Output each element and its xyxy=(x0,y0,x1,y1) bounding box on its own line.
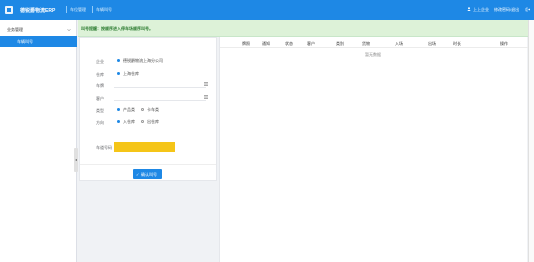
column-header: 类别 xyxy=(336,41,344,46)
sidebar-group-business[interactable]: 业务管理 xyxy=(0,24,77,35)
sidebar-collapse-handle[interactable]: ◂ xyxy=(74,148,78,172)
lane-number-input[interactable] xyxy=(114,142,175,152)
notice-banner: 叫号提醒：按顺序进入停车场顺序叫号。 xyxy=(78,20,528,37)
user-icon xyxy=(467,7,471,11)
sidebar-item-label: 车辆叫号 xyxy=(17,39,33,44)
breadcrumb-calling[interactable]: 车辆叫号 xyxy=(96,7,112,13)
call-form-panel: 企业 德锐爵物流上海分公司 仓库 上海仓库 车牌 客户 类型 产品类 卡车类 方… xyxy=(79,37,217,181)
warehouse-radio[interactable] xyxy=(117,72,120,75)
column-header: 操作 xyxy=(500,41,508,46)
warehouse-label: 仓库 xyxy=(96,72,104,77)
queue-table: 牌照 通知 状态 客户 类别 货物 入场 出场 时长 操作 暂无数据 xyxy=(219,37,528,262)
customer-label: 客户 xyxy=(96,96,104,101)
plate-label: 车牌 xyxy=(96,83,104,88)
direction-option-out[interactable]: 出仓库 xyxy=(147,119,159,125)
type-option-truck[interactable]: 卡车类 xyxy=(147,107,159,113)
sidebar-group-label: 业务管理 xyxy=(7,27,23,32)
notice-text: 叫号提醒：按顺序进入停车场顺序叫号。 xyxy=(81,26,153,31)
plate-input[interactable] xyxy=(114,81,206,88)
lane-number-label: 车道号码 xyxy=(96,145,112,150)
direction-radio-out[interactable] xyxy=(141,120,144,123)
table-header: 牌照 通知 状态 客户 类别 货物 入场 出场 时长 操作 xyxy=(220,37,528,48)
direction-option-in[interactable]: 入仓库 xyxy=(123,119,135,125)
breadcrumb-separator xyxy=(66,6,67,13)
user-name[interactable]: 上上企业 xyxy=(473,7,489,13)
column-header: 客户 xyxy=(307,41,315,46)
list-icon[interactable] xyxy=(204,82,208,86)
type-label: 类型 xyxy=(96,108,104,113)
breadcrumb-parking[interactable]: 车位管理 xyxy=(70,7,86,13)
enterprise-radio[interactable] xyxy=(117,59,120,62)
type-radio-truck[interactable] xyxy=(141,108,144,111)
type-option-product[interactable]: 产品类 xyxy=(123,107,135,113)
confirm-call-button[interactable]: ✓ 确认叫号 xyxy=(133,169,162,179)
breadcrumb-separator xyxy=(92,6,93,13)
logout-icon[interactable] xyxy=(525,7,530,12)
column-header: 通知 xyxy=(262,41,270,46)
user-menu-link[interactable]: 修改密码/退出 xyxy=(494,7,519,13)
column-header: 货物 xyxy=(362,41,370,46)
form-divider xyxy=(80,164,216,165)
confirm-call-label: 确认叫号 xyxy=(141,172,157,177)
column-header: 状态 xyxy=(285,41,293,46)
direction-radio-in[interactable] xyxy=(117,120,120,123)
chevron-down-icon xyxy=(67,29,71,32)
column-header: 牌照 xyxy=(242,41,250,46)
sidebar-item-vehicle-calling[interactable]: 车辆叫号 xyxy=(0,36,77,47)
column-header: 出场 xyxy=(428,41,436,46)
type-radio-product[interactable] xyxy=(117,108,120,111)
enterprise-label: 企业 xyxy=(96,59,104,64)
app-title: 德锐爵物流ERP xyxy=(20,8,56,14)
warehouse-option[interactable]: 上海仓库 xyxy=(123,71,139,77)
direction-label: 方向 xyxy=(96,120,104,125)
sidebar: 业务管理 车辆叫号 ◂ xyxy=(0,20,78,262)
logo-icon xyxy=(5,6,13,14)
column-header: 入场 xyxy=(395,41,403,46)
top-bar: 德锐爵物流ERP 车位管理 车辆叫号 上上企业 修改密码/退出 xyxy=(0,0,534,20)
empty-table-text: 暂无数据 xyxy=(365,52,381,57)
collapse-arrow-icon: ◂ xyxy=(74,157,77,162)
page-scrollbar[interactable] xyxy=(528,20,534,262)
check-icon: ✓ xyxy=(136,172,140,177)
column-header: 时长 xyxy=(453,41,461,46)
customer-input[interactable] xyxy=(114,94,206,101)
list-icon[interactable] xyxy=(204,95,208,99)
enterprise-option[interactable]: 德锐爵物流上海分公司 xyxy=(123,58,163,64)
